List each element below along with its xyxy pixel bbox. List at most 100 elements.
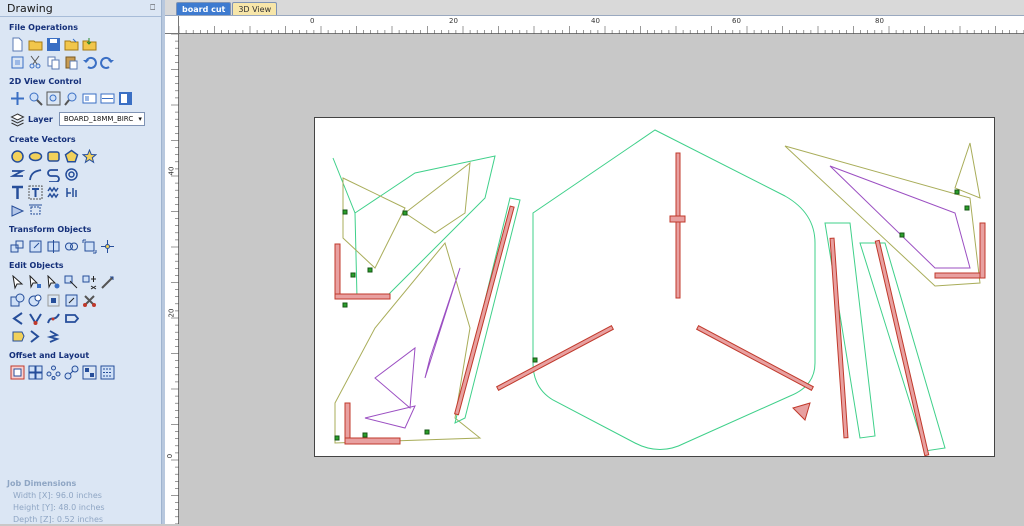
create-vectors-row-3 — [0, 183, 161, 201]
node-select-icon[interactable] — [46, 274, 61, 290]
board-piece — [675, 152, 681, 299]
node-marker — [362, 432, 368, 438]
board-piece — [829, 237, 849, 439]
board-piece — [344, 437, 401, 445]
node-marker — [954, 189, 960, 195]
cut-icon[interactable] — [28, 55, 43, 70]
layer-value: BOARD_18MM_BIRC — [63, 115, 134, 123]
tool-icon[interactable] — [100, 365, 115, 380]
layout-icon[interactable] — [82, 365, 97, 380]
nesting-icon[interactable] — [64, 365, 79, 380]
view-mode-c-icon[interactable] — [118, 91, 133, 106]
text-icon[interactable] — [10, 185, 25, 200]
transform-objects-row — [0, 237, 161, 255]
circular-array-icon[interactable] — [46, 365, 61, 380]
pan-icon[interactable] — [10, 91, 25, 106]
material-sheet[interactable] — [314, 117, 995, 457]
interactive-icon[interactable] — [64, 275, 79, 290]
undo-icon[interactable] — [82, 55, 97, 70]
create-vectors-row-2 — [0, 165, 161, 183]
scale-icon[interactable] — [28, 239, 43, 254]
layer-row: Layer BOARD_18MM_BIRC ▾ — [0, 109, 161, 129]
open-folder-icon[interactable] — [64, 37, 79, 52]
view-mode-b-icon[interactable] — [100, 91, 115, 106]
dimension-icon[interactable] — [10, 203, 25, 218]
close-icon[interactable] — [10, 329, 25, 344]
left-toolpath-g — [364, 405, 416, 429]
layer-label: Layer — [28, 114, 53, 124]
offset-icon[interactable] — [10, 365, 25, 380]
align-icon[interactable] — [64, 239, 79, 254]
ruler-top-ticks — [178, 26, 1024, 34]
ruler-top-label: 0 — [310, 17, 315, 25]
rectangle-icon[interactable] — [46, 149, 61, 164]
ruler-left-label: 40 — [167, 166, 176, 176]
curve-edit-icon[interactable] — [46, 311, 61, 326]
polyline-icon[interactable] — [10, 167, 25, 182]
ruler-left: 40 20 0 — [165, 33, 179, 525]
panel-title: Drawing — [7, 1, 53, 15]
text-block-icon[interactable] — [64, 185, 79, 200]
copy-icon[interactable] — [46, 55, 61, 70]
star-icon[interactable] — [82, 148, 97, 164]
view-tabs: board cut 3D View — [165, 0, 1024, 16]
transform-objects-heading: Transform Objects — [9, 225, 92, 234]
mirror-icon[interactable] — [46, 239, 61, 254]
polygon-icon[interactable] — [64, 149, 79, 164]
file-operations-row-2 — [0, 53, 161, 71]
ruler-top-label: 20 — [449, 17, 458, 25]
layer-dropdown[interactable]: BOARD_18MM_BIRC ▾ — [58, 112, 145, 126]
zoom-in-icon[interactable] — [28, 91, 43, 106]
scissors-icon[interactable] — [82, 293, 97, 308]
ellipse-icon[interactable] — [28, 149, 43, 164]
import-icon[interactable] — [82, 37, 97, 52]
left-toolpath-e — [374, 346, 416, 410]
view-mode-a-icon[interactable] — [82, 91, 97, 106]
node-marker — [342, 302, 348, 308]
trim-icon[interactable] — [64, 293, 79, 308]
group-icon[interactable] — [82, 275, 97, 290]
redo-icon[interactable] — [100, 55, 115, 70]
spiral-icon[interactable] — [46, 167, 61, 182]
text-on-curve-icon[interactable] — [28, 185, 43, 200]
zoom-box-icon[interactable] — [46, 91, 61, 106]
node-marker — [350, 272, 356, 278]
open-file-icon[interactable] — [28, 37, 43, 52]
fillet-icon[interactable] — [28, 311, 43, 326]
pin-icon[interactable]: ⎕ — [150, 3, 155, 13]
vector-drawing[interactable] — [315, 118, 996, 458]
save-icon[interactable] — [46, 37, 61, 52]
move-icon[interactable] — [10, 239, 25, 254]
extend-icon[interactable] — [64, 311, 79, 326]
node-edit-icon[interactable] — [28, 274, 43, 290]
job-width: Width [X]: 96.0 inches — [13, 491, 102, 500]
smooth-icon[interactable] — [10, 311, 25, 326]
new-file-icon[interactable] — [10, 37, 25, 52]
subtract-icon[interactable] — [28, 293, 43, 308]
paste-icon[interactable] — [64, 55, 79, 70]
node-marker — [342, 209, 348, 215]
center-icon[interactable] — [100, 239, 115, 254]
join-icon[interactable] — [28, 329, 43, 344]
drawing-workarea[interactable] — [179, 35, 1024, 524]
text-arc-icon[interactable] — [46, 185, 61, 200]
measure-icon[interactable] — [100, 275, 115, 290]
circle-icon[interactable] — [10, 149, 25, 164]
zoom-out-icon[interactable] — [64, 91, 79, 106]
board-piece — [344, 402, 351, 442]
curve-icon[interactable] — [28, 167, 43, 182]
weld-icon[interactable] — [10, 293, 25, 308]
size-icon[interactable] — [82, 239, 97, 254]
offset-icon[interactable] — [28, 203, 43, 218]
board-piece — [979, 222, 986, 279]
tab-board-cut[interactable]: board cut — [176, 2, 232, 15]
select-icon[interactable] — [10, 274, 25, 290]
board-piece — [934, 272, 981, 279]
intersect-icon[interactable] — [46, 293, 61, 308]
tab-3d-view[interactable]: 3D View — [232, 2, 278, 15]
array-icon[interactable] — [28, 365, 43, 380]
spiral-dotted-icon[interactable] — [64, 167, 79, 182]
spline-icon[interactable] — [46, 329, 61, 344]
view-control-heading: 2D View Control — [9, 77, 82, 86]
fit-icon[interactable] — [10, 55, 25, 70]
